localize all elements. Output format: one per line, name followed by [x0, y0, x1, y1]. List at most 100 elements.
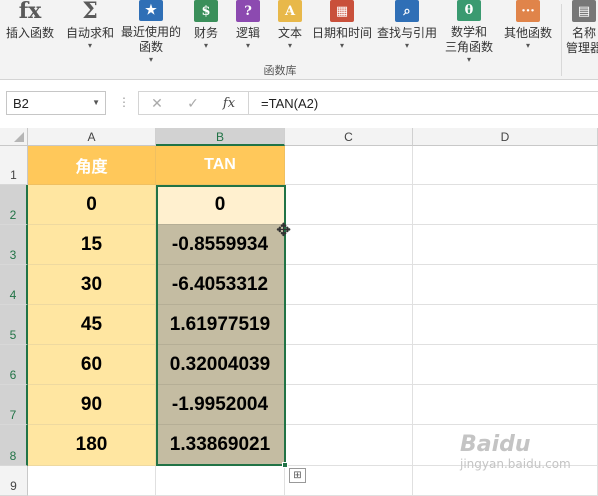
chevron-down-icon: ▾	[203, 41, 208, 50]
empty-cell[interactable]	[413, 345, 598, 385]
chevron-down-icon: ▾	[404, 41, 409, 50]
ribbon-button-0[interactable]: fx 插入函数	[2, 0, 58, 64]
cell-b5[interactable]: 1.61977519	[156, 305, 285, 345]
formula-buttons: ✕ ✓ fx	[138, 91, 248, 115]
search-book-icon: ⌕	[395, 0, 419, 22]
empty-cell[interactable]	[285, 146, 413, 185]
name-manager-icon: ▤	[572, 0, 596, 22]
empty-cell[interactable]	[285, 345, 413, 385]
empty-cell[interactable]	[413, 305, 598, 345]
ribbon-button-4[interactable]: ? 逻辑 ▾	[230, 0, 266, 64]
row-header-3[interactable]: 3	[0, 225, 28, 265]
watermark-url: jingyan.baidu.com	[460, 457, 571, 471]
ribbon-button-label: 查找与引用	[376, 26, 437, 40]
row-header-5[interactable]: 5	[0, 305, 28, 345]
ribbon-button-label: 插入函数	[5, 26, 54, 40]
star-book-icon: ★	[139, 0, 163, 21]
empty-cell[interactable]	[413, 146, 598, 185]
question-book-icon: ?	[236, 0, 260, 22]
ribbon-button-8[interactable]: θ 数学和 三角函数 ▾	[440, 0, 498, 64]
watermark: Baidu jingyan.baidu.com	[460, 432, 598, 471]
ribbon-button-label: 数学和 三角函数	[444, 25, 493, 54]
formula-text: =TAN(A2)	[261, 95, 319, 111]
column-header-d[interactable]: D	[413, 128, 598, 146]
cell-a3[interactable]: 15	[28, 225, 156, 265]
more-dots-icon: ⋮	[118, 95, 130, 109]
empty-cell[interactable]	[285, 305, 413, 345]
empty-cell[interactable]	[413, 185, 598, 225]
empty-cell[interactable]	[413, 265, 598, 305]
name-box[interactable]: B2 ▼	[6, 91, 106, 115]
empty-cell[interactable]	[156, 466, 285, 496]
row-header-6[interactable]: 6	[0, 345, 28, 385]
ribbon-button-label: 其他函数	[503, 26, 552, 40]
empty-cell[interactable]	[285, 185, 413, 225]
cell-b2[interactable]: 0	[156, 185, 285, 225]
enter-icon[interactable]: ✓	[175, 95, 211, 112]
ribbon-button-label: 自动求和	[65, 26, 114, 40]
chevron-down-icon: ▾	[525, 41, 530, 50]
empty-cell[interactable]	[28, 466, 156, 496]
more-book-icon: ···	[516, 0, 540, 22]
cell-a4[interactable]: 30	[28, 265, 156, 305]
ribbon-button-label: 最近使用的 函数	[120, 25, 181, 54]
empty-cell[interactable]	[285, 225, 413, 265]
ribbon-button-6[interactable]: ▦ 日期和时间 ▾	[310, 0, 374, 64]
move-cursor-icon: ✥	[276, 220, 292, 240]
ribbon-button-5[interactable]: A 文本 ▾	[274, 0, 306, 64]
cell-b3[interactable]: -0.8559934	[156, 225, 285, 265]
ribbon-button-3[interactable]: $ 财务 ▾	[188, 0, 224, 64]
calendar-book-icon: ▦	[330, 0, 354, 22]
row-header-2[interactable]: 2	[0, 185, 28, 225]
name-box-value: B2	[13, 95, 29, 111]
cell-b7[interactable]: -1.9952004	[156, 385, 285, 425]
fx-icon: fx	[18, 0, 42, 24]
quick-analysis-icon[interactable]: ⊞	[289, 468, 306, 483]
theta-book-icon: θ	[457, 0, 481, 21]
empty-cell[interactable]	[285, 265, 413, 305]
column-header-a[interactable]: A	[28, 128, 156, 146]
row-header-8[interactable]: 8	[0, 425, 28, 466]
ribbon-button-label: 逻辑	[235, 26, 260, 40]
select-all-corner[interactable]	[0, 128, 28, 146]
ribbon-button-7[interactable]: ⌕ 查找与引用 ▾	[376, 0, 438, 64]
cell-a7[interactable]: 90	[28, 385, 156, 425]
ribbon-button-label: 日期和时间	[311, 26, 372, 40]
column-header-c[interactable]: C	[285, 128, 413, 146]
column-header-b[interactable]: B	[156, 128, 285, 146]
ribbon-button-2[interactable]: ★ 最近使用的 函数 ▾	[118, 0, 184, 64]
chevron-down-icon: ▾	[87, 41, 92, 50]
row-header-4[interactable]: 4	[0, 265, 28, 305]
cell-a2[interactable]: 0	[28, 185, 156, 225]
ribbon: fx 插入函数 Σ 自动求和 ▾ ★ 最近使用的 函数 ▾ $ 财务 ▾? 逻辑 ▾ A 文本 ▾ ▦ 日期和时间…	[0, 0, 598, 80]
cell-b1-header[interactable]: TAN	[156, 146, 285, 185]
empty-cell[interactable]	[285, 425, 413, 466]
ribbon-button-9[interactable]: ··· 其他函数 ▾	[500, 0, 556, 64]
cell-b4[interactable]: -6.4053312	[156, 265, 285, 305]
ribbon-button-10[interactable]: ▤ 名称 管理器	[562, 0, 598, 64]
ribbon-button-label: 财务	[193, 26, 218, 40]
cell-a8[interactable]: 180	[28, 425, 156, 466]
empty-cell[interactable]	[413, 385, 598, 425]
cell-a5[interactable]: 45	[28, 305, 156, 345]
cell-b8[interactable]: 1.33869021	[156, 425, 285, 466]
row-header-7[interactable]: 7	[0, 385, 28, 425]
row-header-1[interactable]: 1	[0, 146, 28, 185]
chevron-down-icon: ▾	[245, 41, 250, 50]
ribbon-separator	[561, 4, 562, 76]
cell-b6[interactable]: 0.32004039	[156, 345, 285, 385]
formula-input[interactable]: =TAN(A2)	[248, 91, 598, 115]
cell-a6[interactable]: 60	[28, 345, 156, 385]
chevron-down-icon: ▾	[287, 41, 292, 50]
row-header-9[interactable]: 9	[0, 466, 28, 496]
cancel-icon[interactable]: ✕	[139, 95, 175, 112]
sigma-icon: Σ	[82, 0, 98, 24]
insert-function-icon[interactable]: fx	[211, 96, 247, 111]
ribbon-button-label: 文本	[277, 26, 302, 40]
cell-a1-header[interactable]: 角度	[28, 146, 156, 185]
chevron-down-icon[interactable]: ▼	[92, 98, 100, 107]
empty-cell[interactable]	[413, 225, 598, 265]
empty-cell[interactable]	[285, 385, 413, 425]
ribbon-button-1[interactable]: Σ 自动求和 ▾	[64, 0, 116, 64]
fill-handle[interactable]	[282, 462, 288, 468]
